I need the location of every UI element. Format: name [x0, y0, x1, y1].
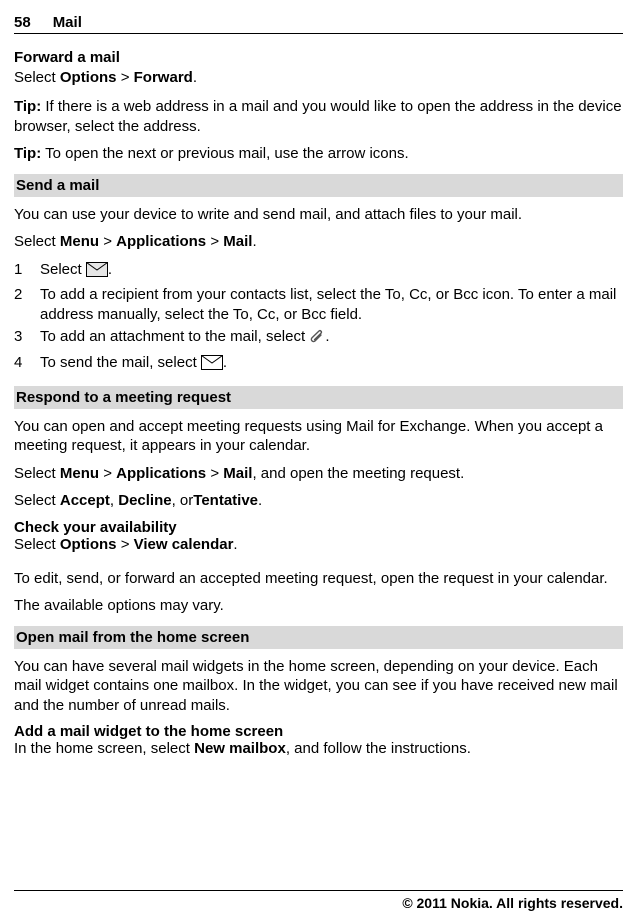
- tip-arrow-icons: Tip: To open the next or previous mail, …: [14, 144, 623, 164]
- send-mail-bar: Send a mail: [14, 174, 623, 197]
- home-bar: Open mail from the home screen: [14, 626, 623, 649]
- tip-text: If there is a web address in a mail and …: [14, 98, 622, 135]
- text: , and open the meeting request.: [252, 465, 464, 482]
- dot: .: [193, 69, 197, 86]
- send-envelope-icon: [201, 355, 223, 376]
- send-steps: 1 Select . 2 To add a recipient from you…: [14, 260, 623, 376]
- separator: >: [99, 233, 116, 250]
- separator: >: [99, 465, 116, 482]
- respond-intro: You can open and accept meeting requests…: [14, 417, 623, 456]
- text: , and follow the instructions.: [286, 740, 471, 757]
- add-widget: Add a mail widget to the home screen In …: [14, 723, 623, 757]
- paperclip-icon: [309, 329, 325, 350]
- tip-label: Tip:: [14, 98, 41, 115]
- tip-text: To open the next or previous mail, use t…: [41, 145, 408, 162]
- check-availability: Check your availability Select Options >…: [14, 519, 623, 553]
- forward-instruction: Select Options > Forward.: [14, 68, 623, 88]
- separator: >: [117, 69, 134, 86]
- text: .: [108, 261, 112, 278]
- new-mailbox-label: New mailbox: [194, 740, 286, 757]
- accept-label: Accept: [60, 492, 110, 509]
- view-calendar-label: View calendar: [134, 536, 234, 553]
- forward-section: Forward a mail Select Options > Forward.: [14, 48, 623, 87]
- step-text: To send the mail, select .: [40, 353, 623, 376]
- step-number: 2: [14, 285, 40, 326]
- check-heading: Check your availability: [14, 519, 623, 536]
- text: .: [223, 354, 227, 371]
- page-number: 58: [14, 14, 31, 31]
- decline-label: Decline: [118, 492, 171, 509]
- text: , or: [172, 492, 194, 509]
- text: ,: [110, 492, 118, 509]
- text: .: [325, 328, 329, 345]
- tip-web-address: Tip: If there is a web address in a mail…: [14, 97, 623, 136]
- menu-label: Menu: [60, 233, 99, 250]
- text: Select: [14, 69, 60, 86]
- separator: >: [206, 233, 223, 250]
- header-title: Mail: [53, 14, 82, 31]
- text: Select: [14, 492, 60, 509]
- step-row: 4 To send the mail, select .: [14, 353, 623, 376]
- send-intro: You can use your device to write and sen…: [14, 205, 623, 225]
- add-widget-instruction: In the home screen, select New mailbox, …: [14, 740, 623, 757]
- step-row: 1 Select .: [14, 260, 623, 283]
- step-number: 1: [14, 260, 40, 283]
- step-text: To add an attachment to the mail, select…: [40, 327, 623, 350]
- text: In the home screen, select: [14, 740, 194, 757]
- text: Select: [14, 465, 60, 482]
- envelope-icon: [86, 262, 108, 283]
- forward-heading: Forward a mail: [14, 48, 623, 68]
- forward-label: Forward: [134, 69, 193, 86]
- mail-label: Mail: [223, 233, 252, 250]
- menu-label: Menu: [60, 465, 99, 482]
- home-intro: You can have several mail widgets in the…: [14, 657, 623, 716]
- dot: .: [258, 492, 262, 509]
- step-row: 2 To add a recipient from your contacts …: [14, 285, 623, 326]
- text: Select: [14, 233, 60, 250]
- respond-vary: The available options may vary.: [14, 596, 623, 616]
- footer-copyright: © 2011 Nokia. All rights reserved.: [14, 890, 623, 911]
- step-number: 4: [14, 353, 40, 376]
- step-number: 3: [14, 327, 40, 350]
- applications-label: Applications: [116, 233, 206, 250]
- separator: >: [206, 465, 223, 482]
- options-label: Options: [60, 69, 117, 86]
- options-label: Options: [60, 536, 117, 553]
- respond-bar: Respond to a meeting request: [14, 386, 623, 409]
- text: To add an attachment to the mail, select: [40, 328, 309, 345]
- dot: .: [233, 536, 237, 553]
- respond-edit-para: To edit, send, or forward an accepted me…: [14, 569, 623, 589]
- page: 58 Mail Forward a mail Select Options > …: [0, 0, 637, 919]
- send-select-path: Select Menu > Applications > Mail.: [14, 232, 623, 252]
- step-row: 3 To add an attachment to the mail, sele…: [14, 327, 623, 350]
- mail-label: Mail: [223, 465, 252, 482]
- respond-select-action: Select Accept, Decline, orTentative.: [14, 491, 623, 511]
- text: Select: [14, 536, 60, 553]
- step-text: To add a recipient from your contacts li…: [40, 285, 623, 326]
- tentative-label: Tentative: [193, 492, 258, 509]
- dot: .: [252, 233, 256, 250]
- text: Select: [40, 261, 86, 278]
- check-instruction: Select Options > View calendar.: [14, 536, 623, 553]
- add-widget-heading: Add a mail widget to the home screen: [14, 723, 623, 740]
- page-header: 58 Mail: [14, 14, 623, 34]
- separator: >: [117, 536, 134, 553]
- tip-label: Tip:: [14, 145, 41, 162]
- step-text: Select .: [40, 260, 623, 283]
- respond-select-path: Select Menu > Applications > Mail, and o…: [14, 464, 623, 484]
- text: To send the mail, select: [40, 354, 201, 371]
- applications-label: Applications: [116, 465, 206, 482]
